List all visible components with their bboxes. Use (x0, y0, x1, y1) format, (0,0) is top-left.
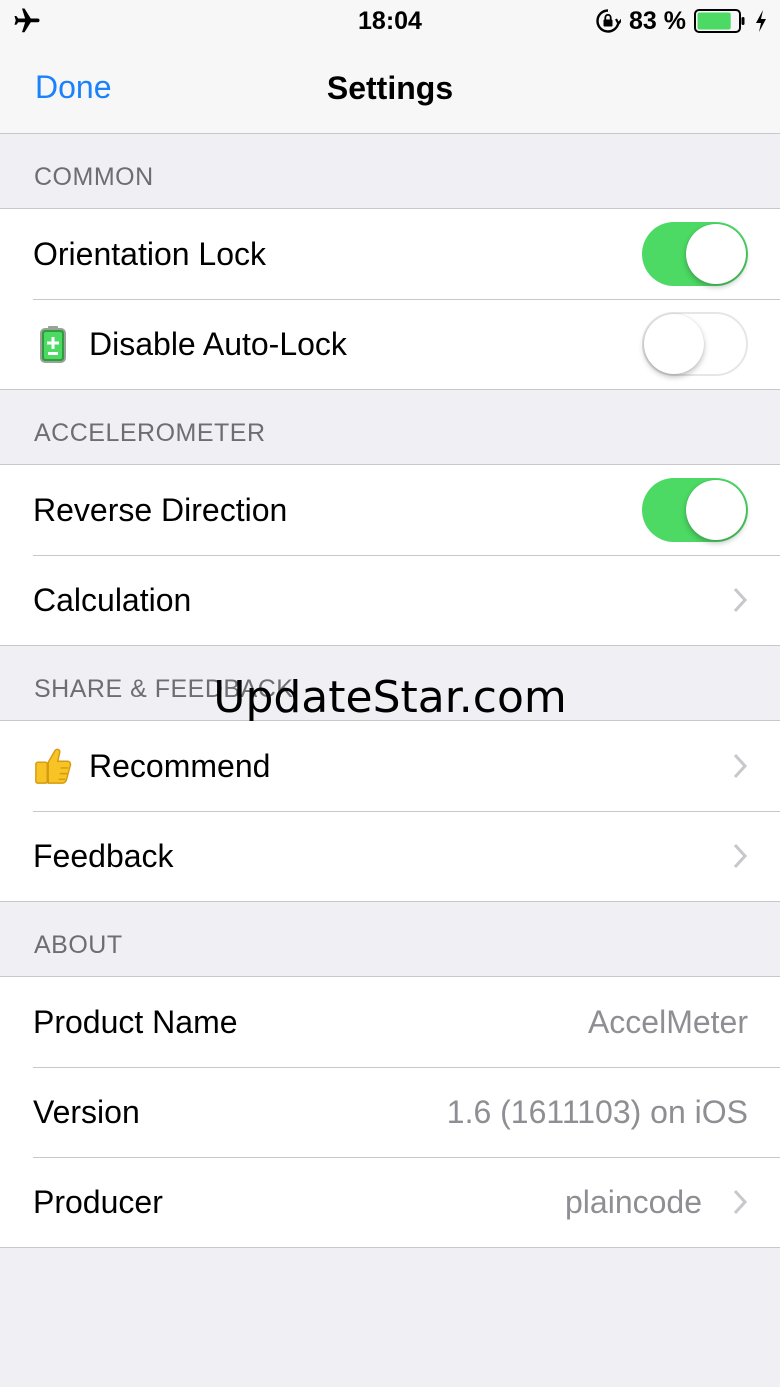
product-name-value: AccelMeter (587, 1003, 748, 1040)
reverse-direction-toggle[interactable] (642, 478, 748, 542)
recommend-row[interactable]: Recommend (0, 721, 780, 811)
charging-bolt-icon (756, 10, 766, 32)
group-share: Recommend Feedback (0, 720, 780, 902)
chevron-right-icon (733, 843, 748, 869)
chevron-right-icon (733, 587, 748, 613)
group-about: Product Name AccelMeter Version 1.6 (161… (0, 976, 780, 1248)
version-row: Version 1.6 (1611103) on iOS (0, 1067, 780, 1157)
group-accelerometer: Reverse Direction Calculation (0, 464, 780, 646)
feedback-label: Feedback (33, 837, 174, 874)
group-common: Orientation Lock Disable Auto-Lock (0, 208, 780, 390)
toggle-knob (686, 480, 746, 540)
orientation-lock-label: Orientation Lock (33, 235, 267, 272)
reverse-direction-row: Reverse Direction (0, 465, 780, 555)
producer-value: plaincode (565, 1183, 702, 1220)
producer-row[interactable]: Producer plaincode (0, 1157, 780, 1247)
section-header-about: ABOUT (34, 931, 123, 959)
disable-auto-lock-toggle[interactable] (642, 312, 748, 376)
feedback-row[interactable]: Feedback (0, 811, 780, 901)
toggle-knob (686, 224, 746, 284)
chevron-right-icon (733, 753, 748, 779)
battery-icon (694, 9, 745, 33)
orientation-lock-row: Orientation Lock (0, 209, 780, 299)
product-name-label: Product Name (33, 1003, 238, 1040)
thumbs-up-icon (33, 746, 73, 786)
version-label: Version (33, 1093, 140, 1130)
section-header-share: SHARE & FEEDBACK (34, 675, 294, 703)
reverse-direction-label: Reverse Direction (33, 491, 288, 528)
nav-bar: Done Settings (0, 44, 780, 134)
rotation-lock-icon (596, 9, 622, 33)
section-header-common: COMMON (34, 163, 154, 191)
battery-charging-icon (33, 324, 73, 364)
producer-label: Producer (33, 1183, 163, 1220)
disable-auto-lock-label: Disable Auto-Lock (89, 325, 347, 362)
battery-percent: 83 % (629, 6, 686, 35)
chevron-right-icon (733, 1189, 748, 1215)
orientation-lock-toggle[interactable] (642, 222, 748, 286)
recommend-label: Recommend (89, 747, 271, 784)
status-bar: 18:04 83 % (0, 0, 780, 44)
product-name-row: Product Name AccelMeter (0, 977, 780, 1067)
calculation-row[interactable]: Calculation (0, 555, 780, 645)
section-header-accelerometer: ACCELEROMETER (34, 419, 266, 447)
page-title: Settings (326, 70, 454, 106)
calculation-label: Calculation (33, 581, 192, 618)
version-value: 1.6 (1611103) on iOS (446, 1093, 748, 1130)
disable-auto-lock-row: Disable Auto-Lock (0, 299, 780, 389)
toggle-knob (644, 314, 704, 374)
